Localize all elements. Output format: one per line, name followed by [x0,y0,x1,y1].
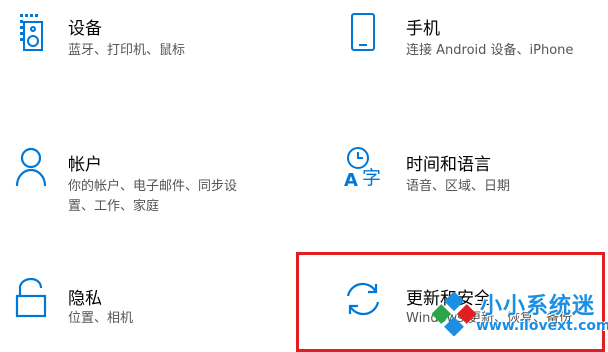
phone-title: 手机 [406,19,440,39]
watermark-name: 小小系统迷 [480,294,596,319]
privacy-title: 隐私 [68,289,102,309]
privacy-description: 位置、相机 [68,311,134,326]
accounts-description-line1: 你的帐户、电子邮件、同步设 [68,179,238,194]
accounts-title: 帐户 [68,155,102,175]
person-icon [15,147,47,187]
lock-icon [15,278,47,318]
time-language-title: 时间和语言 [406,155,491,175]
watermark-url: www.ilovext.com [476,318,608,334]
time-language-description: 语音、区域、日期 [406,179,511,194]
svg-text:字: 字 [362,167,381,189]
settings-tile-phone[interactable]: 手机 连接 Android 设备、iPhone [330,0,608,80]
settings-tile-devices[interactable]: 设备 蓝牙、打印机、鼠标 [0,0,300,80]
devices-icon [20,14,43,51]
phone-description: 连接 Android 设备、iPhone [406,43,574,58]
svg-text:A: A [344,170,358,190]
accounts-description-line2: 置、工作、家庭 [68,199,160,214]
watermark: 小小系统迷 www.ilovext.com [432,288,608,344]
settings-tile-accounts[interactable]: 帐户 你的帐户、电子邮件、同步设 置、工作、家庭 [0,138,300,228]
settings-tile-privacy[interactable]: 隐私 位置、相机 [0,272,300,344]
settings-tile-time-language[interactable]: A 字 时间和语言 语音、区域、日期 [330,138,608,218]
devices-title: 设备 [68,19,102,39]
time-language-icon: A 字 [344,147,381,190]
devices-description: 蓝牙、打印机、鼠标 [68,43,186,58]
watermark-logo-icon [432,292,476,336]
phone-icon [351,13,375,51]
